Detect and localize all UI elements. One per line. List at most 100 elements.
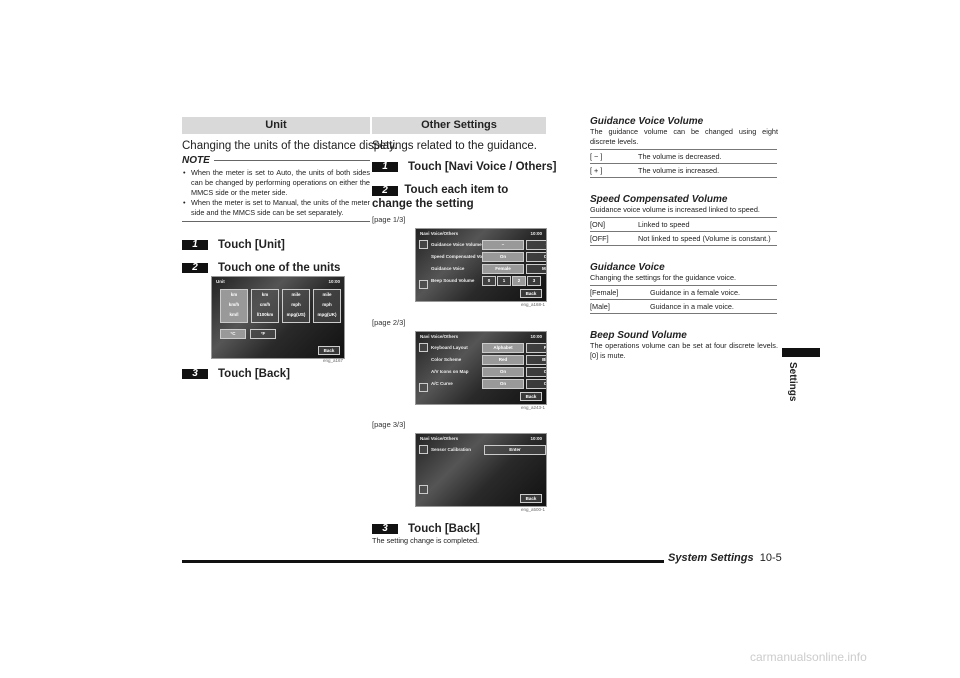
option-button[interactable]: Red [482,355,524,365]
definition-section: Beep Sound Volume The operations volume c… [590,330,778,361]
option-button[interactable]: On [482,367,524,377]
setting-label: Keyboard Layout [431,345,468,350]
option-button[interactable]: Alphabet [482,343,524,353]
table-row: [ − ] The volume is decreased. [590,149,777,164]
term: [OFF] [590,231,638,246]
unit-label: km/h [228,302,240,307]
unit-label: cm/h [259,302,271,307]
section-desc: The guidance volume can be changed using… [590,127,778,146]
option-button[interactable]: Male [526,264,546,274]
scroll-down-button[interactable] [419,383,428,392]
table-row: [OFF] Not linked to speed (Volume is cons… [590,231,777,246]
term: [Female] [590,285,650,300]
option-button[interactable]: − [482,240,524,250]
section-title: Speed Compensated Volume [590,194,728,205]
setting-label: Sensor Calibration [431,447,472,452]
option-button[interactable]: Off [526,379,546,389]
unit-screen: Unit 10:00 km km/h km/l km cm/h l/100km mile mph… [211,276,345,359]
scroll-down-button[interactable] [419,485,428,494]
scroll-up-button[interactable] [419,343,428,352]
setting-label: Color Scheme [431,357,462,362]
note-item: When the meter is set to Manual, the uni… [183,198,370,218]
navi-voice-screen: Navi Voice/Others 10:00 Keyboard Layout Alp… [415,331,547,405]
footer: System Settings 10-5 [668,552,782,564]
definition-section: Guidance Voice Changing the settings for … [590,262,778,314]
option-button[interactable]: 2 [512,276,526,286]
setting-label: A/C Curve [431,381,453,386]
unit-label: l/100km [256,312,274,317]
option-button[interactable]: Female [482,264,524,274]
option-button[interactable]: 1 [497,276,511,286]
back-button[interactable]: Back [520,392,542,401]
manual-page: Unit Changing the units of the distance … [0,0,960,678]
option-button[interactable]: + [526,240,546,250]
term: [ − ] [590,149,638,164]
unit-label: mile [291,292,301,297]
unit-label: mpg(UK) [317,312,337,317]
scroll-down-button[interactable] [419,280,428,289]
image-caption: eng_a500-1 [520,507,545,512]
scroll-up-button[interactable] [419,240,428,249]
term: [ + ] [590,163,638,178]
definition: The volume is increased. [638,163,777,178]
unit-option-button[interactable]: mile mph mpg(US) [282,289,310,323]
step-1: 1 Touch [Unit] [182,239,285,251]
unit-label: mph [322,302,332,307]
unit-label: km [230,292,238,297]
unit-label: mile [322,292,332,297]
section-desc: Changing the settings for the guidance v… [590,273,737,282]
page-label: [page 2/3] [372,318,406,327]
definition: Not linked to speed (Volume is constant.… [638,231,777,246]
option-button[interactable]: PC [526,343,546,353]
back-button[interactable]: Back [318,346,340,355]
setting-label: A/V Icons on Map [431,369,469,374]
option-button[interactable]: 0 [482,276,496,286]
section-desc: Guidance voice volume is increased linke… [590,205,760,214]
option-button[interactable]: 3 [527,276,541,286]
navi-voice-screen: Navi Voice/Others 10:00 Guidance Voice Vol… [415,228,547,302]
step-2: 2 Touch each item to change the setting [372,184,509,210]
unit-option-button[interactable]: mile mph mpg(UK) [313,289,341,323]
image-caption: eng_a243-1 [520,405,545,410]
section-desc: The operations volume can be set at four… [590,341,778,360]
definition-section: Guidance Voice Volume The guidance volume… [590,116,778,178]
page-label: [page 3/3] [372,420,406,429]
step-3-desc: The setting change is completed. [372,536,480,545]
back-button[interactable]: Back [520,494,542,503]
option-button[interactable]: On [482,252,524,262]
screen-title: Navi Voice/Others [420,231,459,236]
fahrenheit-button[interactable]: °F [250,329,276,339]
definition: The volume is decreased. [638,149,777,164]
table-row: [Male] Guidance in a male voice. [590,299,777,314]
note-title: NOTE [182,155,210,166]
option-button[interactable]: Blue [526,355,546,365]
section-title: Beep Sound Volume [590,330,687,341]
unit-option-button[interactable]: km cm/h l/100km [251,289,279,323]
section-header-other: Other Settings [372,117,546,134]
table-row: [ + ] The volume is increased. [590,163,777,178]
unit-label: mpg(US) [286,312,306,317]
step-2: 2 Touch one of the units [182,262,340,274]
option-button[interactable]: On [482,379,524,389]
unit-label: km/l [229,312,239,317]
option-button[interactable]: Off [526,367,546,377]
definition: Linked to speed [638,217,777,232]
table-row: [ON] Linked to speed [590,217,777,232]
note-box: NOTE When the meter is set to Auto, the … [182,155,370,222]
celsius-button[interactable]: °C [220,329,246,339]
section-title: Guidance Voice [590,262,665,273]
definition-table: [ON] Linked to speed [OFF] Not linked to sp… [590,217,777,246]
image-caption: eng_a168-1 [520,302,545,307]
note-item: When the meter is set to Auto, the units… [183,168,370,198]
scroll-up-button[interactable] [419,445,428,454]
option-button[interactable]: Off [526,252,546,262]
screen-time: 10:00 [530,436,542,441]
watermark: carmanualsonline.info [750,650,867,664]
unit-option-button[interactable]: km km/h km/l [220,289,248,323]
footer-rule [182,560,664,563]
side-tab-label-wrap: Settings [786,362,800,402]
option-button[interactable]: Enter [484,445,546,455]
term: [Male] [590,299,650,314]
back-button[interactable]: Back [520,289,542,298]
definition-table: [ − ] The volume is decreased.[ + ] The vo… [590,149,777,178]
